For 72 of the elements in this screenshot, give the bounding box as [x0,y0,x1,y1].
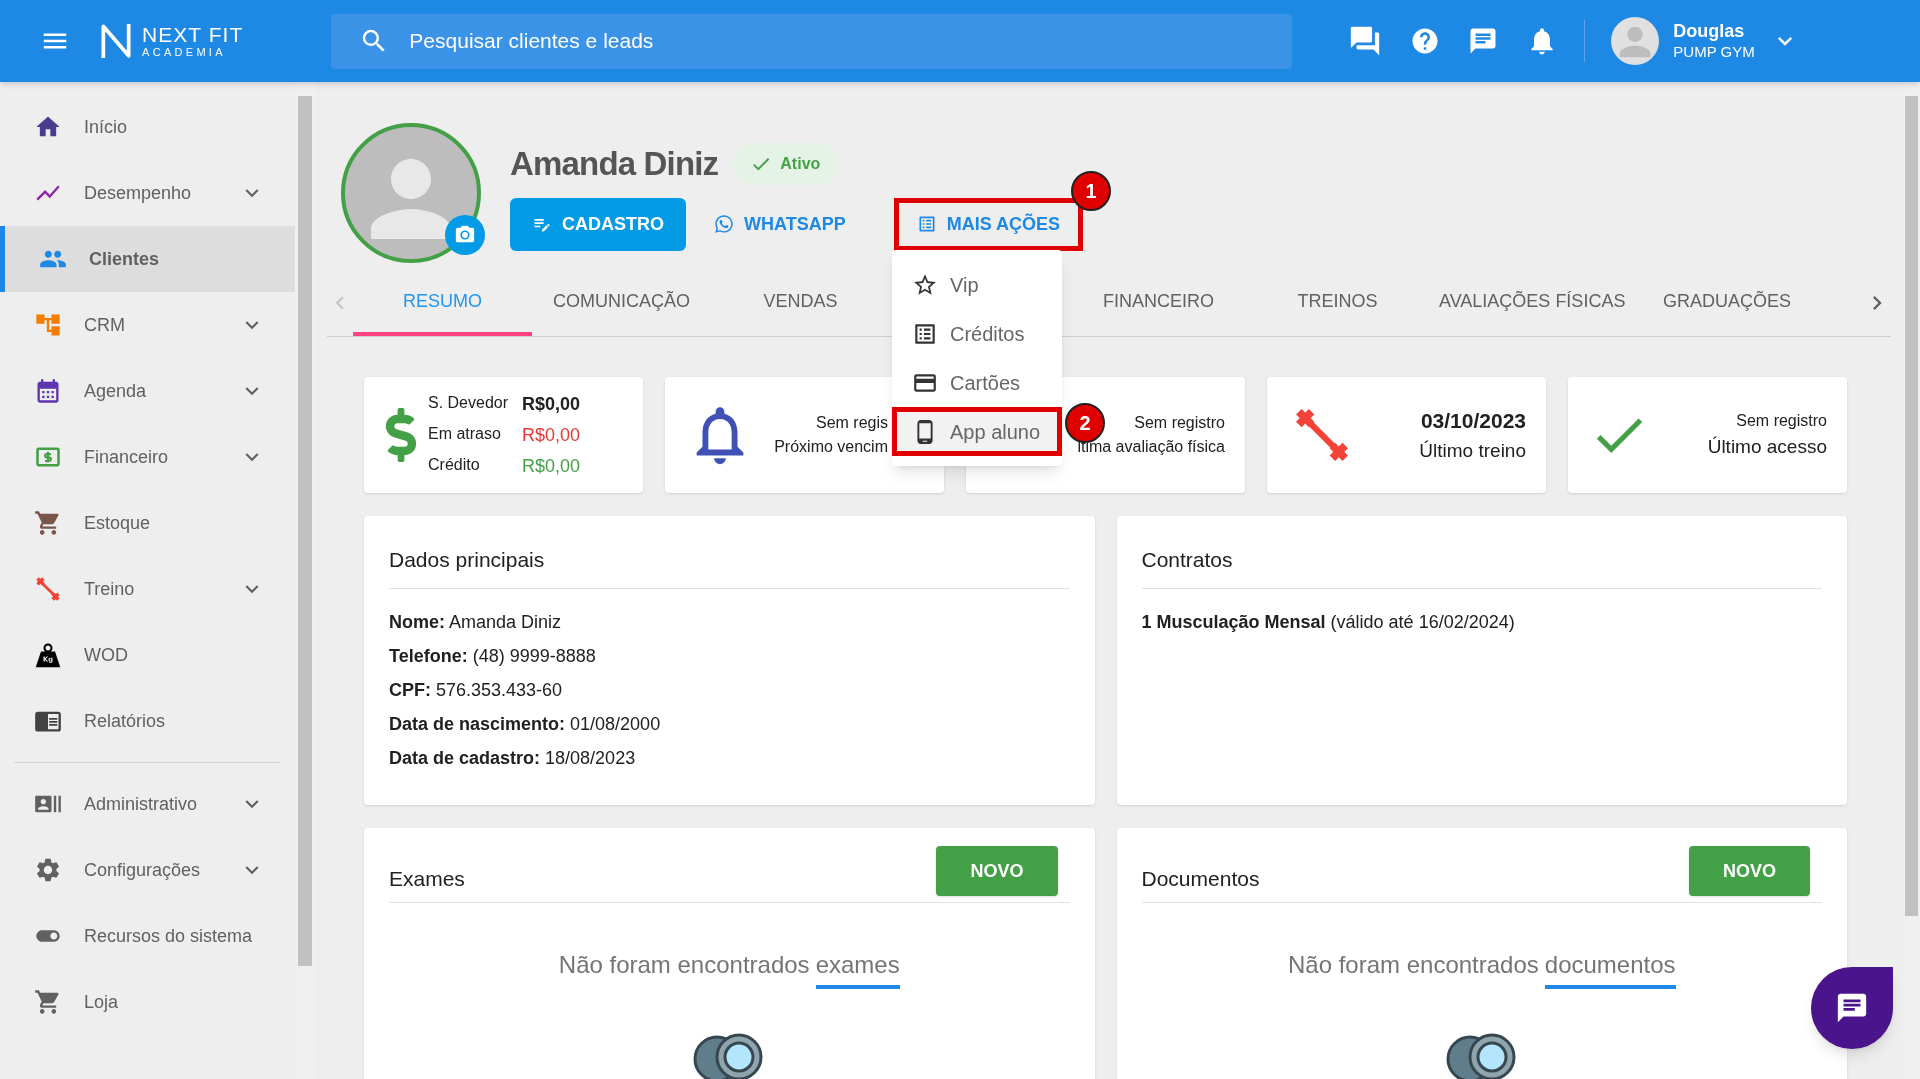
tab[interactable]: RESUMO [353,270,532,336]
user-name: Douglas [1673,20,1746,43]
card-text: Próximo vencim [774,437,888,457]
menu-item[interactable]: Créditos [892,309,1062,358]
tab[interactable]: GRADUAÇÕES [1637,270,1817,336]
field-text: Data de nascimento: 01/08/2000 [389,712,662,736]
panel-title: Documentos [1141,866,1260,893]
new-button[interactable]: NOVO [1689,846,1810,896]
field-text: Data de cadastro: 18/08/2023 [389,746,637,770]
sidebar-item[interactable]: Agenda [0,358,295,424]
balance-label: Crédito [428,454,481,475]
empty-keyword: exames [815,947,900,989]
tab[interactable]: VENDAS [711,270,890,336]
sidebar-item[interactable]: Treino [0,556,295,622]
chat-button[interactable] [1811,967,1893,1049]
logo-name: NEXT FIT [142,24,244,45]
logo-icon [100,22,132,60]
tab[interactable]: FINANCEIRO [1069,270,1248,336]
sidebar-item[interactable]: WOD [0,622,295,688]
sidebar-item[interactable]: CRM [0,292,295,358]
tab[interactable]: TREINOS [1248,270,1427,336]
field-text: Telefone: (48) 9999-8888 [389,644,597,668]
search-field[interactable]: Pesquisar clientes e leads [331,13,1293,69]
sidebar-item[interactable]: Desempenho [0,160,295,226]
menu-item[interactable]: App aluno [892,407,1062,456]
logo-subtitle: ACADEMIA [142,47,227,58]
client-name: Amanda Diniz [510,144,719,184]
sidebar-item[interactable]: Configurações [0,837,295,903]
sidebar-item[interactable]: Início [0,94,295,160]
card-text: Sem registro [1134,413,1225,433]
sidebar-item[interactable]: Estoque [0,490,295,556]
empty-message: Não foram encontrados [558,950,810,980]
settings-icon [34,856,62,884]
edit-button[interactable]: CADASTRO [510,197,686,251]
sidebar-item[interactable]: Financeiro [0,424,295,490]
tab[interactable]: COMUNICAÇÃO [532,270,711,336]
sidebar-item[interactable]: Recursos do sistema [0,903,295,969]
panel-title: Exames [389,866,465,893]
sidebar-item[interactable]: Relatórios [0,688,295,754]
action-link[interactable]: WHATSAPP [696,197,864,251]
panel-title: Dados principais [389,544,1070,589]
balance-label: Em atraso [428,423,502,444]
panel-title: Contratos [1141,544,1822,589]
dumbbell-icon [34,575,62,603]
contract-text: 1 Musculação Mensal (válido até 16/02/2024) [1141,610,1516,634]
empty-message: Não foram encontrados [1287,950,1539,980]
status-badge: Ativo [732,142,839,185]
field-text: Nome: Amanda Diniz [389,610,563,634]
card-text: Último acesso [1707,434,1827,459]
empty-keyword: documentos [1544,947,1676,989]
card-text: 03/10/2023 [1420,408,1526,434]
tab[interactable]: AVALIAÇÕES FÍSICAS [1427,270,1638,336]
balance-value: R$0,00 [522,423,581,447]
step-number: 1 [1071,170,1111,211]
balance-label: S. Devedor [428,392,509,413]
chat-icon[interactable] [1468,26,1499,56]
camera-button[interactable] [445,215,485,255]
whatsapp-icon [714,214,734,234]
balance-value: R$0,00 [522,392,581,416]
card-text: Último treino [1419,438,1526,463]
sidebar-item[interactable]: Clientes [0,226,295,292]
user-avatar[interactable] [1611,17,1660,65]
menu-item[interactable]: Cartões [892,358,1062,407]
card-text: Sem registro [1736,410,1827,431]
sidebar-item[interactable]: Administrativo [0,771,295,837]
sidebar-item[interactable]: Loja [0,969,295,1035]
menu-item[interactable]: Vip [892,260,1062,309]
field-text: CPF: 576.353.433-60 [389,678,564,702]
balance-value: R$0,00 [522,454,581,478]
new-button[interactable]: NOVO [936,846,1058,896]
card-text: Sem regis [815,413,888,433]
user-gym: PUMP GYM [1673,42,1755,62]
